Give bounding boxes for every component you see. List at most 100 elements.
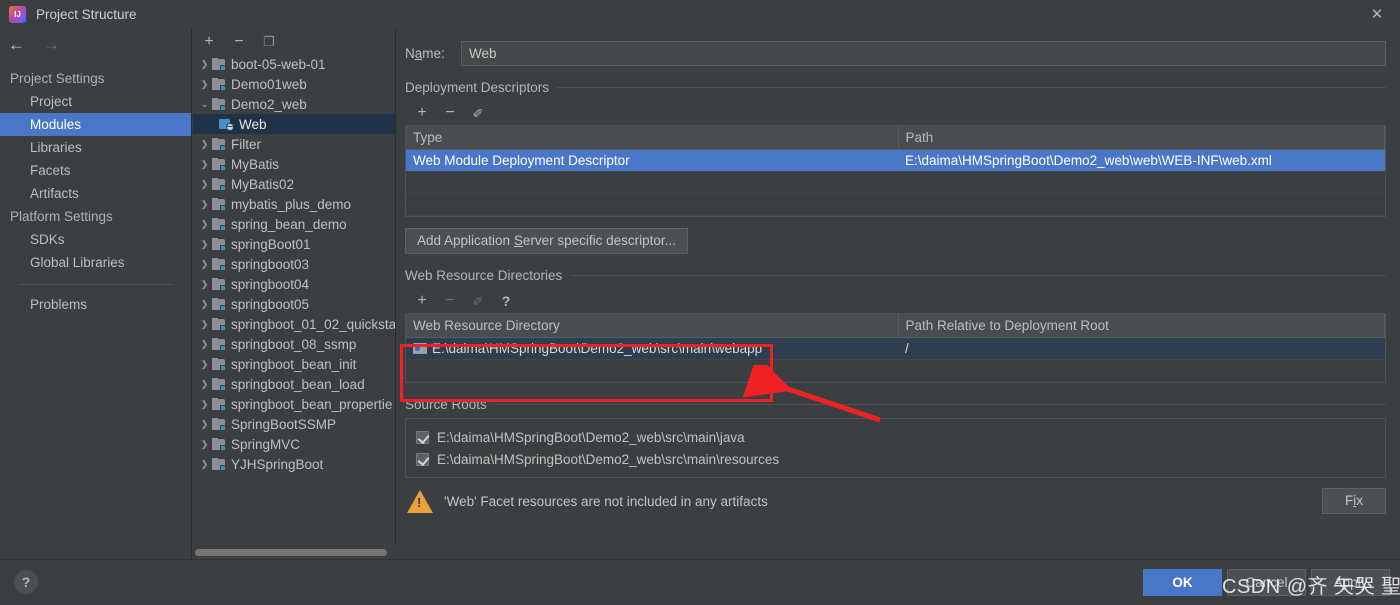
copy-module-icon[interactable]: ❐ <box>261 35 277 48</box>
chevron-down-icon[interactable]: ⌄ <box>197 99 212 109</box>
back-arrow-icon[interactable]: ← <box>8 36 25 53</box>
forward-arrow-icon[interactable]: → <box>43 36 60 53</box>
column-header-web-resource-directory[interactable]: Web Resource Directory <box>406 314 899 338</box>
tree-module-row[interactable]: ❯ springboot_01_02_quickstar <box>193 314 395 334</box>
tree-module-row[interactable]: ❯ springboot_bean_init <box>193 354 395 374</box>
add-application-server-descriptor-button[interactable]: Add Application Server specific descript… <box>405 228 688 254</box>
chevron-right-icon[interactable]: ❯ <box>197 399 212 409</box>
remove-module-icon[interactable]: − <box>231 33 247 50</box>
edit-descriptor-icon[interactable]: ✐ <box>471 107 485 120</box>
warning-triangle-icon <box>407 489 433 513</box>
chevron-right-icon[interactable]: ❯ <box>197 259 212 269</box>
add-descriptor-icon[interactable]: + <box>415 105 429 121</box>
close-icon[interactable]: ✕ <box>1354 0 1400 29</box>
sidebar-item-global-libraries[interactable]: Global Libraries <box>0 251 191 274</box>
tree-module-row[interactable]: ❯ springboot03 <box>193 254 395 274</box>
tree-module-row[interactable]: ❯ SpringMVC <box>193 434 395 454</box>
ok-button[interactable]: OK <box>1143 569 1222 596</box>
sidebar-list: Project Settings Project Modules Librari… <box>0 59 191 316</box>
module-icon <box>212 77 226 91</box>
tree-module-row[interactable]: ❯ mybatis_plus_demo <box>193 194 395 214</box>
tree-module-row[interactable]: ❯ springboot05 <box>193 294 395 314</box>
edit-web-resource-icon[interactable]: ✐ <box>471 295 485 308</box>
chevron-right-icon[interactable]: ❯ <box>197 439 212 449</box>
tree-module-row[interactable]: ❯ springboot_bean_propertie <box>193 394 395 414</box>
tree-module-row[interactable]: ❯ MyBatis02 <box>193 174 395 194</box>
module-icon <box>212 297 226 311</box>
facet-name-input[interactable] <box>461 41 1386 66</box>
add-module-icon[interactable]: + <box>201 33 217 50</box>
help-button[interactable]: ? <box>14 570 38 594</box>
tree-module-row[interactable]: ❯ boot-05-web-01 <box>193 54 395 74</box>
source-root-checkbox[interactable] <box>416 452 429 466</box>
web-resource-directories-label: Web Resource Directories <box>405 268 563 283</box>
column-header-path-relative[interactable]: Path Relative to Deployment Root <box>898 314 1385 338</box>
chevron-right-icon[interactable]: ❯ <box>197 199 212 209</box>
deployment-descriptors-section: Deployment Descriptors + − ✐ Type Path W… <box>397 80 1400 254</box>
add-server-descriptor-wrap: Add Application Server specific descript… <box>405 228 1386 254</box>
sidebar-item-facets[interactable]: Facets <box>0 159 191 182</box>
module-icon <box>212 97 226 111</box>
chevron-right-icon[interactable]: ❯ <box>197 459 212 469</box>
remove-descriptor-icon[interactable]: − <box>443 105 457 121</box>
chevron-right-icon[interactable]: ❯ <box>197 59 212 69</box>
tree-horizontal-scrollbar[interactable] <box>193 545 396 559</box>
sidebar-item-modules[interactable]: Modules <box>0 113 191 136</box>
chevron-right-icon[interactable]: ❯ <box>197 299 212 309</box>
column-header-type[interactable]: Type <box>406 126 899 150</box>
chevron-right-icon[interactable]: ❯ <box>197 179 212 189</box>
chevron-right-icon[interactable]: ❯ <box>197 419 212 429</box>
chevron-right-icon[interactable]: ❯ <box>197 139 212 149</box>
tree-module-row[interactable]: ⌄ Demo2_web <box>193 94 395 114</box>
deployment-descriptors-toolbar: + − ✐ <box>405 101 1386 125</box>
module-icon <box>212 397 226 411</box>
folder-icon <box>413 343 427 354</box>
fix-button[interactable]: Fix <box>1322 488 1386 514</box>
deployment-descriptors-title: Deployment Descriptors <box>405 80 1386 95</box>
section-rule <box>570 275 1386 276</box>
tree-facet-row[interactable]: Web <box>193 114 395 134</box>
list-item[interactable]: E:\daima\HMSpringBoot\Demo2_web\src\main… <box>406 426 1385 448</box>
tree-module-row[interactable]: ❯ Filter <box>193 134 395 154</box>
table-row[interactable]: Web Module Deployment Descriptor E:\daim… <box>406 149 1385 172</box>
sidebar-item-libraries[interactable]: Libraries <box>0 136 191 159</box>
chevron-right-icon[interactable]: ❯ <box>197 379 212 389</box>
tree-module-row[interactable]: ❯ springBoot01 <box>193 234 395 254</box>
sidebar-item-problems[interactable]: Problems <box>0 293 191 316</box>
tree-module-row[interactable]: ❯ springboot_08_ssmp <box>193 334 395 354</box>
table-row[interactable]: E:\daima\HMSpringBoot\Demo2_web\src\main… <box>406 337 1385 360</box>
tree-module-row[interactable]: ❯ MyBatis <box>193 154 395 174</box>
module-tree-toolbar: + − ❐ <box>193 29 395 54</box>
chevron-right-icon[interactable]: ❯ <box>197 159 212 169</box>
chevron-right-icon[interactable]: ❯ <box>197 219 212 229</box>
tree-row-label: Web <box>239 116 267 132</box>
help-icon[interactable]: ? <box>499 294 513 308</box>
tree-scrollbar-thumb[interactable] <box>195 549 387 556</box>
chevron-right-icon[interactable]: ❯ <box>197 279 212 289</box>
remove-web-resource-icon[interactable]: − <box>443 293 457 309</box>
tree-module-row[interactable]: ❯ springboot_bean_load <box>193 374 395 394</box>
tree-module-row[interactable]: ❯ Demo01web <box>193 74 395 94</box>
source-root-checkbox[interactable] <box>416 430 429 444</box>
chevron-right-icon[interactable]: ❯ <box>197 79 212 89</box>
tree-row-label: springBoot01 <box>231 236 311 252</box>
module-icon <box>212 237 226 251</box>
sidebar-item-artifacts[interactable]: Artifacts <box>0 182 191 205</box>
sidebar-item-project[interactable]: Project <box>0 90 191 113</box>
chevron-right-icon[interactable]: ❯ <box>197 339 212 349</box>
tree-module-row[interactable]: ❯ springboot04 <box>193 274 395 294</box>
tree-module-row[interactable]: ❯ spring_bean_demo <box>193 214 395 234</box>
tree-row-label: springboot_bean_init <box>231 356 357 372</box>
chevron-right-icon[interactable]: ❯ <box>197 319 212 329</box>
chevron-right-icon[interactable]: ❯ <box>197 359 212 369</box>
module-icon <box>212 277 226 291</box>
chevron-right-icon[interactable]: ❯ <box>197 239 212 249</box>
sidebar-item-sdks[interactable]: SDKs <box>0 228 191 251</box>
tree-row-label: Demo2_web <box>231 96 307 112</box>
add-web-resource-icon[interactable]: + <box>415 293 429 309</box>
column-header-path[interactable]: Path <box>898 126 1385 150</box>
module-icon <box>212 257 226 271</box>
tree-module-row[interactable]: ❯ SpringBootSSMP <box>193 414 395 434</box>
list-item[interactable]: E:\daima\HMSpringBoot\Demo2_web\src\main… <box>406 448 1385 470</box>
tree-module-row[interactable]: ❯ YJHSpringBoot <box>193 454 395 474</box>
